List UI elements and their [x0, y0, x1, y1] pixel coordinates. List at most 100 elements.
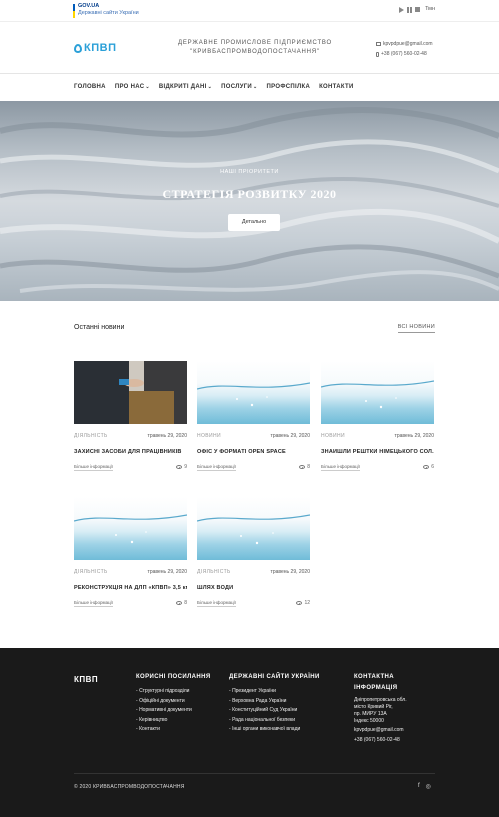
- news-card[interactable]: ДІЯЛЬНІСТЬ травень 29, 2020 РЕКОНСТРУКЦІ…: [74, 497, 187, 609]
- news-title[interactable]: РЕКОНСТРУКЦІЯ НА ДЛП «КПВП» 3,5 км: [74, 585, 187, 593]
- read-more-link[interactable]: Більше інформації: [74, 464, 113, 471]
- nav-label: ПОСЛУГИ: [221, 84, 253, 90]
- address-line: пр. МИРУ 13А: [354, 711, 387, 717]
- eye-icon: [299, 465, 306, 469]
- footer-link[interactable]: - Інші органи виконавчої влади: [229, 725, 320, 735]
- footer-phone[interactable]: +38 (067) 560-02-48: [354, 735, 407, 745]
- news-title[interactable]: ЗНАЙШЛИ РЕШТКИ НІМЕЦЬКОГО СОЛ...: [321, 449, 434, 457]
- footer-link-label: Конституційний Суд України: [232, 707, 298, 713]
- gov-ua-link[interactable]: GOV.UA Державні сайти України: [78, 3, 139, 17]
- news-title[interactable]: ЗАХИСНІ ЗАСОБИ ДЛЯ ПРАЦІВНИКІВ: [74, 449, 187, 457]
- main-nav: ГОЛОВНА ПРО НАС⌄ ВІДКРИТІ ДАНІ⌄ ПОСЛУГИ⌄…: [0, 75, 499, 101]
- nav-item-home[interactable]: ГОЛОВНА: [74, 84, 106, 90]
- site-header: КПВП ДЕРЖАВНЕ ПРОМИСЛОВЕ ПІДПРИЄМСТВО "К…: [0, 22, 499, 74]
- news-date: травень 29, 2020: [270, 569, 310, 575]
- facebook-icon[interactable]: f: [418, 783, 420, 790]
- footer-divider: [74, 773, 435, 774]
- nav-item-contacts[interactable]: КОНТАКТИ: [319, 84, 353, 90]
- news-title[interactable]: ШЛЯХ ВОДИ: [197, 585, 310, 593]
- news-card[interactable]: НОВИНИ травень 29, 2020 ЗНАЙШЛИ РЕШТКИ Н…: [321, 361, 434, 473]
- instagram-icon[interactable]: ◎: [426, 783, 431, 790]
- views-value: 9: [184, 464, 187, 470]
- header-phone[interactable]: +38 (067) 560-02-48: [381, 49, 427, 59]
- views-count: 12: [296, 600, 310, 606]
- all-news-link[interactable]: ВСІ НОВИНИ: [397, 324, 435, 333]
- nav-label: ПРО НАС: [114, 84, 145, 90]
- read-more-link[interactable]: Більше інформації: [197, 464, 236, 471]
- eye-icon: [176, 601, 183, 605]
- address-line: місто Кривий Ріг,: [354, 704, 393, 710]
- read-more-link[interactable]: Більше інформації: [74, 600, 113, 607]
- footer-link[interactable]: - Рада національної безпеки: [229, 716, 320, 726]
- footer-link[interactable]: - Керівництво: [136, 716, 211, 726]
- nav-item-union[interactable]: ПРОФСПІЛКА: [267, 84, 311, 90]
- views-value: 12: [304, 600, 310, 606]
- footer-link[interactable]: - Контакти: [136, 725, 211, 735]
- stop-icon[interactable]: [415, 7, 421, 12]
- water-splash-image[interactable]: [197, 361, 310, 424]
- nav-item-about[interactable]: ПРО НАС⌄: [115, 84, 150, 90]
- hero-details-button[interactable]: Детально: [228, 214, 280, 231]
- nav-item-services[interactable]: ПОСЛУГИ⌄: [221, 84, 257, 90]
- eye-icon: [296, 601, 303, 605]
- pause-icon[interactable]: [407, 6, 413, 13]
- mail-icon: [376, 42, 381, 46]
- play-icon[interactable]: [399, 6, 405, 13]
- theme-toggle[interactable]: Тмн: [425, 6, 435, 13]
- footer-useful-links: КОРИСНІ ПОСИЛАННЯ - Структурні підрозділ…: [136, 672, 211, 735]
- news-date: травень 29, 2020: [147, 569, 187, 575]
- news-date: травень 29, 2020: [147, 433, 187, 439]
- news-category[interactable]: ДІЯЛЬНІСТЬ: [74, 433, 108, 439]
- news-category[interactable]: ДІЯЛЬНІСТЬ: [197, 569, 231, 575]
- news-category[interactable]: ДІЯЛЬНІСТЬ: [74, 569, 108, 575]
- water-splash-image[interactable]: [74, 497, 187, 560]
- company-name: ДЕРЖАВНЕ ПРОМИСЛОВЕ ПІДПРИЄМСТВО "КРИВБА…: [175, 39, 335, 57]
- address-line: Індекс 50000: [354, 718, 384, 724]
- read-more-link[interactable]: Більше інформації: [197, 600, 236, 607]
- views-value: 8: [184, 600, 187, 606]
- footer-gov-sites: ДЕРЖАВНІ САЙТИ УКРАЇНИ - Президент Украї…: [229, 672, 320, 735]
- news-card[interactable]: ДІЯЛЬНІСТЬ травень 29, 2020 ШЛЯХ ВОДИ Бі…: [197, 497, 310, 609]
- read-more-link[interactable]: Більше інформації: [321, 464, 360, 471]
- news-category[interactable]: НОВИНИ: [321, 433, 345, 439]
- news-header: Останні новини ВСІ НОВИНИ: [74, 324, 435, 338]
- news-card[interactable]: ДІЯЛЬНІСТЬ травень 29, 2020 ЗАХИСНІ ЗАСО…: [74, 361, 187, 473]
- footer-link-label: Офіційні документи: [139, 697, 185, 704]
- header-contacts: kpvpdpue@gmail.com +38 (067) 560-02-48: [376, 39, 433, 59]
- phone-icon: [376, 51, 379, 57]
- footer-link[interactable]: - Верховна Рада України: [229, 697, 320, 707]
- eye-icon: [423, 465, 430, 469]
- header-email[interactable]: kpvpdpue@gmail.com: [383, 39, 433, 49]
- hero-kicker: НАШІ ПРІОРИТЕТИ: [220, 169, 279, 175]
- footer-contact-info: КОНТАКТНА ІНФОРМАЦІЯ Дніпропетровська об…: [354, 672, 407, 745]
- footer-link[interactable]: - Нормативні документи: [136, 706, 211, 716]
- gov-ua-subtitle: Державні сайти України: [78, 10, 139, 16]
- gov-bar: GOV.UA Державні сайти України Тмн: [0, 0, 499, 22]
- footer-link[interactable]: - Структурні підрозділи: [136, 687, 211, 697]
- footer-email[interactable]: kpvpdpue@gmail.com: [354, 725, 407, 735]
- water-splash-image[interactable]: [321, 361, 434, 424]
- news-title[interactable]: ОФІС У ФОРМАТІ OPEN SPACE: [197, 449, 310, 457]
- water-splash-image[interactable]: [197, 497, 310, 560]
- gov-sites-heading: ДЕРЖАВНІ САЙТИ УКРАЇНИ: [229, 674, 320, 680]
- gov-ua-title: GOV.UA: [78, 3, 100, 9]
- footer-link[interactable]: - Президент України: [229, 687, 320, 697]
- footer-link-label: Верховна Рада України: [232, 697, 287, 704]
- hero-banner: НАШІ ПРІОРИТЕТИ СТРАТЕГІЯ РОЗВИТКУ 2020 …: [0, 101, 499, 301]
- footer-link-label: Нормативні документи: [139, 707, 192, 713]
- news-category[interactable]: НОВИНИ: [197, 433, 221, 439]
- views-count: 8: [299, 464, 310, 470]
- footer-logo[interactable]: КПВП: [74, 675, 98, 684]
- news-card[interactable]: НОВИНИ травень 29, 2020 ОФІС У ФОРМАТІ O…: [197, 361, 310, 473]
- nav-item-open-data[interactable]: ВІДКРИТІ ДАНІ⌄: [159, 84, 212, 90]
- footer-link[interactable]: - Офіційні документи: [136, 697, 211, 707]
- social-links: f ◎: [418, 783, 431, 790]
- company-line-1: ДЕРЖАВНЕ ПРОМИСЛОВЕ ПІДПРИЄМСТВО: [178, 40, 332, 46]
- footer-link-label: Керівництво: [139, 716, 168, 723]
- water-drop-icon: [74, 43, 82, 53]
- footer-link[interactable]: - Конституційний Суд України: [229, 706, 320, 716]
- site-logo[interactable]: КПВП: [74, 42, 116, 54]
- views-count: 8: [176, 600, 187, 606]
- handshake-photo[interactable]: [74, 361, 187, 424]
- contact-heading-2: ІНФОРМАЦІЯ: [354, 685, 398, 691]
